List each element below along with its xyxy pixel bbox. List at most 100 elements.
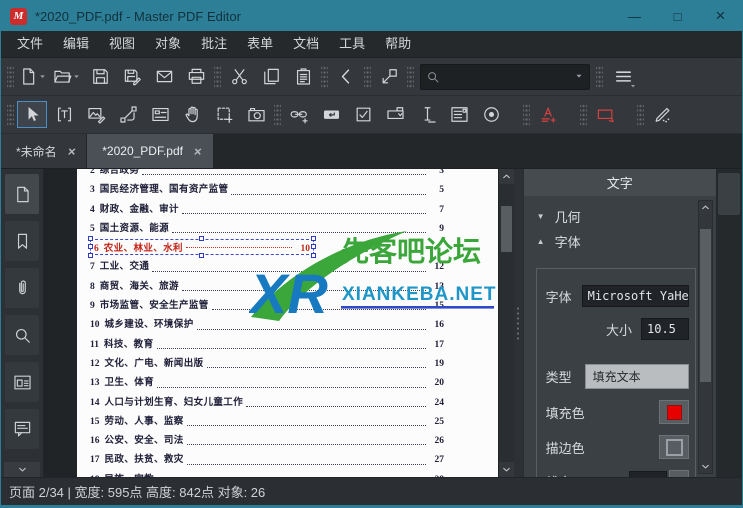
sidebar-search-button[interactable] [5,315,39,355]
document-area[interactable]: 2综合政务33国民经济管理、国有资产监管54财政、金融、审计75国土资源、能源9… [44,169,498,477]
sidebar-more-button[interactable] [4,462,40,477]
panel-section-1[interactable]: ▲字体 [536,229,696,254]
listbox-field-button[interactable] [444,101,474,128]
selection-handle[interactable] [199,253,204,258]
selection-handle[interactable] [311,236,316,241]
toolbar-grip[interactable] [580,103,587,127]
print-button[interactable] [181,63,211,90]
toolbar-grip[interactable] [321,65,328,89]
pdf-page[interactable]: 2综合政务33国民经济管理、国有资产监管54财政、金融、审计75国土资源、能源9… [77,169,498,477]
sidebar-attachments-button[interactable] [5,268,39,308]
tab-close-icon[interactable]: × [67,144,77,159]
section-collapse-icon[interactable]: ▲ [536,237,546,246]
add-link-button[interactable] [284,101,314,128]
edit-path-button[interactable] [113,101,143,128]
sidebar-thumbnails-button[interactable] [5,174,39,214]
menu-item-4[interactable]: 批注 [191,31,237,57]
save-button[interactable] [85,63,115,90]
minimize-button[interactable]: — [613,1,656,31]
selection-handle[interactable] [88,236,93,241]
tab-1[interactable]: *2020_PDF.pdf× [87,134,212,168]
selection-handle[interactable] [88,244,93,249]
panel-section-0[interactable]: ▼几何 [536,204,696,229]
panel-scrollbar[interactable] [698,200,713,474]
panel-scrollbar-track[interactable] [699,214,712,460]
rectangle-annotation-button[interactable] [590,101,620,128]
sidebar-layers-button[interactable] [5,362,39,402]
line-width-dropdown-button[interactable] [669,470,689,477]
font-size-field[interactable]: 10.5 [641,318,689,340]
edit-image-button[interactable] [81,101,111,128]
toolbar-grip[interactable] [274,103,281,127]
panel-splitter[interactable] [514,169,523,477]
menu-item-2[interactable]: 视图 [99,31,145,57]
toolbar-grip[interactable] [364,65,371,89]
select-region-button[interactable] [209,101,239,128]
edit-text-button[interactable] [49,101,79,128]
selection-box[interactable]: 6农业、林业、水利10 [90,239,314,255]
tab-0[interactable]: *未命名× [1,134,86,168]
selection-handle[interactable] [311,244,316,249]
panel-scroll-up-button[interactable] [699,201,712,214]
eraser-button[interactable] [647,101,677,128]
section-collapse-icon[interactable]: ▼ [536,212,546,221]
menu-item-3[interactable]: 对象 [145,31,191,57]
sidebar-comments-button[interactable] [5,409,39,449]
text-field-button[interactable] [412,101,442,128]
panel-scrollbar-thumb[interactable] [700,229,711,382]
toolbar-grip[interactable] [214,65,221,89]
stroke-color-swatch[interactable] [659,435,689,459]
selection-handle[interactable] [311,253,316,258]
toolbar-grip[interactable] [7,103,14,127]
line-width-field[interactable]: 1 [629,471,667,478]
maximize-button[interactable]: □ [656,1,699,31]
cut-button[interactable] [224,63,254,90]
paste-button[interactable] [288,63,318,90]
open-folder-button[interactable] [51,63,83,90]
copy-button[interactable] [256,63,286,90]
main-menu-button[interactable] [608,63,638,90]
scrollbar-track[interactable] [499,184,514,462]
hand-button[interactable] [177,101,207,128]
menu-item-7[interactable]: 工具 [329,31,375,57]
snapshot-button[interactable] [241,101,271,128]
menu-item-5[interactable]: 表单 [237,31,283,57]
toolbar-grip[interactable] [596,65,603,89]
scroll-up-button[interactable] [499,169,514,184]
caret-down-icon[interactable] [574,68,584,86]
close-button[interactable]: × [699,1,742,31]
select-arrow-button[interactable] [17,101,47,128]
combobox-field-button[interactable] [380,101,410,128]
edit-forms-button[interactable] [145,101,175,128]
toolbar-grip[interactable] [523,103,530,127]
checkbox-field-button[interactable] [348,101,378,128]
toolbar-grip[interactable] [637,103,644,127]
email-button[interactable] [149,63,179,90]
scrollbar-thumb[interactable] [501,206,512,252]
back-button[interactable] [331,63,361,90]
new-document-button[interactable] [17,63,49,90]
fit-visible-button[interactable] [374,63,404,90]
menu-item-6[interactable]: 文档 [283,31,329,57]
font-name-field[interactable]: Microsoft YaHei [582,285,689,307]
add-text-annotation-button[interactable] [533,101,563,128]
toolbar-grip[interactable] [407,65,414,89]
save-as-button[interactable] [117,63,147,90]
tab-close-icon[interactable]: × [193,144,203,159]
properties-toggle-tab[interactable] [718,173,740,215]
scroll-down-button[interactable] [499,462,514,477]
panel-scroll-down-button[interactable] [699,460,712,473]
search-input[interactable] [440,69,574,85]
button-field-button[interactable] [316,101,346,128]
fill-color-swatch[interactable] [659,400,689,424]
toolbar-grip[interactable] [7,65,14,89]
sidebar-bookmarks-button[interactable] [5,221,39,261]
menu-item-0[interactable]: 文件 [7,31,53,57]
menu-item-8[interactable]: 帮助 [375,31,421,57]
type-dropdown[interactable]: 填充文本 [585,364,689,389]
document-scrollbar[interactable] [498,169,514,477]
radio-field-button[interactable] [476,101,506,128]
selection-handle[interactable] [199,236,204,241]
menu-item-1[interactable]: 编辑 [53,31,99,57]
selection-handle[interactable] [88,253,93,258]
